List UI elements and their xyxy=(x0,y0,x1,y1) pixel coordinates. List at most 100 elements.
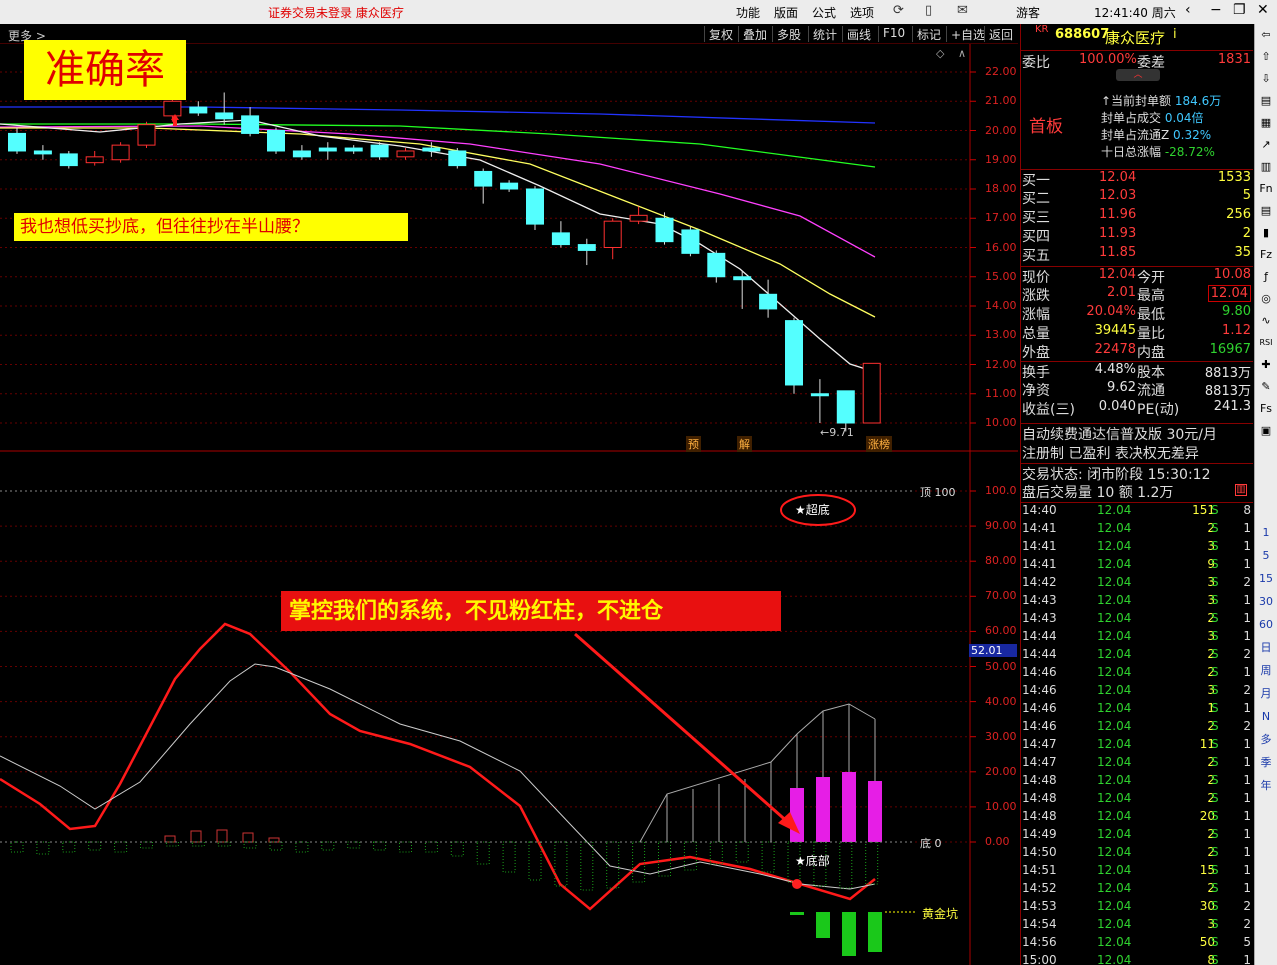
candle[interactable] xyxy=(8,127,26,154)
tick-row[interactable]: 14:54 12.04 3 S 2 xyxy=(1021,917,1253,935)
menu-function[interactable]: 功能 xyxy=(736,4,760,21)
left-arrow-icon[interactable]: ⇦ xyxy=(1257,26,1275,44)
candle[interactable] xyxy=(603,218,622,260)
bid-row[interactable]: 买五 11.85 35 xyxy=(1021,245,1253,264)
tag-zhangbang[interactable]: 涨榜 xyxy=(866,436,892,452)
candle[interactable] xyxy=(137,121,156,149)
candle[interactable] xyxy=(215,92,234,125)
chart-canvas[interactable]: ◇ ∧ xyxy=(0,44,1018,965)
up-arrow-icon[interactable]: ⇧ xyxy=(1257,48,1275,66)
stock-header[interactable]: KR 688607 康众医疗 i xyxy=(1021,24,1253,47)
candle[interactable] xyxy=(577,238,596,266)
tb-f10[interactable]: F10 xyxy=(878,26,909,42)
tick-row[interactable]: 14:44 12.04 3 S 1 xyxy=(1021,629,1253,647)
function-icon[interactable]: Fn xyxy=(1257,180,1275,198)
tick-row[interactable]: 14:51 12.04 15 S 1 xyxy=(1021,863,1253,881)
rsi-icon[interactable]: RSI xyxy=(1257,334,1275,352)
bid-row[interactable]: 买三 11.96 256 xyxy=(1021,207,1253,226)
candle[interactable] xyxy=(551,221,570,248)
candle[interactable] xyxy=(267,127,285,154)
tick-row[interactable]: 14:46 12.04 1 S 1 xyxy=(1021,701,1253,719)
candle[interactable] xyxy=(448,148,467,169)
period-button[interactable]: 年 xyxy=(1257,777,1275,795)
trend-icon[interactable]: ↗ xyxy=(1257,136,1275,154)
candle[interactable] xyxy=(33,145,52,160)
tick-row[interactable]: 14:48 12.04 2 S 1 xyxy=(1021,791,1253,809)
tick-row[interactable]: 14:41 12.04 2 S 1 xyxy=(1021,521,1253,539)
tb-mark[interactable]: 标记 xyxy=(912,26,945,42)
candle[interactable] xyxy=(526,186,544,230)
tick-row[interactable]: 14:50 12.04 2 S 1 xyxy=(1021,845,1253,863)
candle[interactable] xyxy=(707,250,726,283)
tick-list[interactable]: 14:40 12.04 151 S 8 14:41 12.04 2 S 1 14:41 12.04 3 S… xyxy=(1021,502,1253,965)
bid-row[interactable]: 买四 11.93 2 xyxy=(1021,226,1253,245)
candle[interactable] xyxy=(241,107,260,137)
phone-icon[interactable]: ▯ xyxy=(925,3,932,18)
period-button[interactable]: 日 xyxy=(1257,639,1275,657)
table-icon[interactable]: ▤ xyxy=(1257,202,1275,220)
candle[interactable] xyxy=(810,379,829,423)
candle[interactable] xyxy=(344,145,363,154)
candle[interactable] xyxy=(862,362,881,424)
tb-multi[interactable]: 多股 xyxy=(772,26,805,42)
cross-icon[interactable]: ✚ xyxy=(1257,356,1275,374)
tick-row[interactable]: 14:48 12.04 2 S 1 xyxy=(1021,773,1253,791)
period-button[interactable]: 30 xyxy=(1257,593,1275,611)
info-icon[interactable]: i xyxy=(1173,27,1177,42)
candle[interactable] xyxy=(370,142,389,160)
candle[interactable] xyxy=(85,150,104,166)
candle[interactable] xyxy=(759,279,778,318)
chart-area[interactable]: ◇ ∧ 准确率 我也想低买抄底，但往往抄在半山腰？ 掌控我们的系统，不见粉红柱，… xyxy=(0,40,1018,965)
tick-row[interactable]: 14:43 12.04 3 S 1 xyxy=(1021,593,1253,611)
candle[interactable] xyxy=(785,317,803,394)
minimize-icon[interactable]: − xyxy=(1210,2,1222,18)
user-label[interactable]: 游客 xyxy=(1016,4,1040,21)
wave-icon[interactable]: ∿ xyxy=(1257,312,1275,330)
period-button[interactable]: 15 xyxy=(1257,570,1275,588)
tb-watchlist[interactable]: +自选 xyxy=(946,26,989,42)
collapse-icon[interactable]: ︿ xyxy=(1116,69,1160,81)
tick-row[interactable]: 15:00 12.04 8 S 1 xyxy=(1021,953,1253,965)
tick-row[interactable]: 14:52 12.04 2 S 1 xyxy=(1021,881,1253,899)
bid-row[interactable]: 买一 12.04 1533 xyxy=(1021,169,1253,189)
bar-chart-icon[interactable]: ▥ xyxy=(1257,158,1275,176)
period-button[interactable]: N xyxy=(1257,708,1275,726)
formula-icon[interactable]: ƒ xyxy=(1257,268,1275,286)
candle[interactable] xyxy=(681,227,700,257)
target-icon[interactable]: ◎ xyxy=(1257,290,1275,308)
tick-row[interactable]: 14:41 12.04 9 S 1 xyxy=(1021,557,1253,575)
tb-back[interactable]: 返回 xyxy=(984,26,1017,42)
tick-row[interactable]: 14:43 12.04 2 S 1 xyxy=(1021,611,1253,629)
menu-options[interactable]: 选项 xyxy=(850,4,874,21)
bid-row[interactable]: 买二 12.03 5 xyxy=(1021,188,1253,207)
tick-row[interactable]: 14:46 12.04 3 S 2 xyxy=(1021,683,1253,701)
tick-row[interactable]: 14:46 12.04 2 S 1 xyxy=(1021,665,1253,683)
chart-mini-icon[interactable]: ▥ xyxy=(1235,484,1247,496)
box-icon[interactable]: ▣ xyxy=(1257,422,1275,440)
tick-row[interactable]: 14:47 12.04 11 S 1 xyxy=(1021,737,1253,755)
tb-draw[interactable]: 画线 xyxy=(842,26,875,42)
candle[interactable] xyxy=(59,150,78,169)
candle[interactable] xyxy=(292,145,311,160)
period-button[interactable]: 月 xyxy=(1257,685,1275,703)
tb-fuquan[interactable]: 复权 xyxy=(704,26,737,42)
tag-yu[interactable]: 预 xyxy=(686,436,701,452)
candle[interactable] xyxy=(474,168,493,204)
restore-icon[interactable]: ❐ xyxy=(1233,2,1246,18)
tick-row[interactable]: 14:41 12.04 3 S 1 xyxy=(1021,539,1253,557)
candle[interactable] xyxy=(318,142,337,160)
down-arrow-icon[interactable]: ⇩ xyxy=(1257,70,1275,88)
tick-row[interactable]: 14:48 12.04 20 S 1 xyxy=(1021,809,1253,827)
back-icon[interactable]: ‹ xyxy=(1185,2,1191,18)
ad-text[interactable]: 自动续费通达信普及版 30元/月 xyxy=(1022,424,1217,444)
candle[interactable] xyxy=(189,101,208,116)
grid-icon[interactable]: ▦ xyxy=(1257,114,1275,132)
list-icon[interactable]: ▤ xyxy=(1257,92,1275,110)
candle-icon[interactable]: ▮ xyxy=(1257,224,1275,242)
candle[interactable] xyxy=(111,142,130,163)
ad-row[interactable]: 自动续费通达信普及版 30元/月 xyxy=(1021,423,1253,444)
tick-row[interactable]: 14:40 12.04 151 S 8 xyxy=(1021,503,1253,521)
tick-row[interactable]: 14:46 12.04 2 S 2 xyxy=(1021,719,1253,737)
mail-icon[interactable]: ✉ xyxy=(957,3,968,18)
period-button[interactable]: 周 xyxy=(1257,662,1275,680)
